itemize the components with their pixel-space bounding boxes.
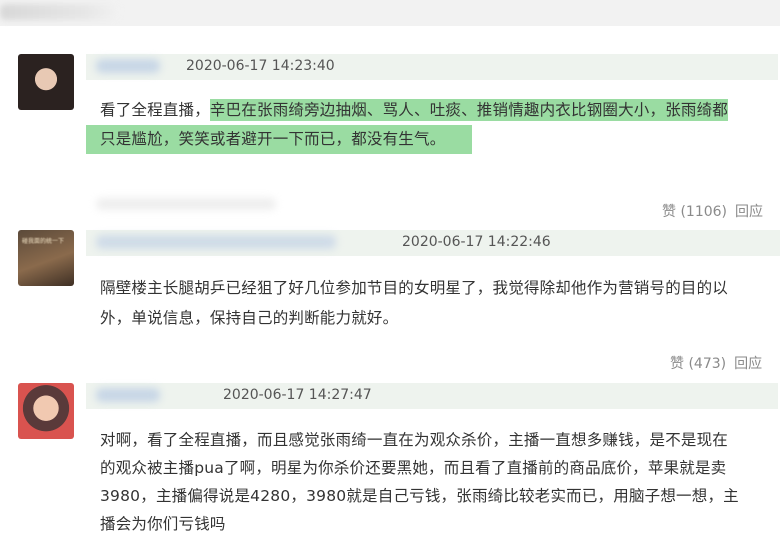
avatar-caption: 碰我面的统一下: [22, 238, 65, 245]
comment-actions: 赞 (473) 回应: [670, 353, 762, 373]
comment-text-line2: 的观众被主播pua了啊，明星为你杀价还要黑她，而且看了直播前的商品底价，苹果就是…: [100, 459, 727, 477]
comment-text-line1: 对啊，看了全程直播，而且感觉张雨绮一直在为观众杀价，主播一直想多赚钱，是不是现在: [100, 431, 729, 449]
comment-header: 2020-06-17 14:27:47: [86, 383, 778, 409]
comment-text: 看了全程直播，辛巴在张雨绮旁边抽烟、骂人、吐痰、推销情趣内衣比钢圈大小，张雨绮都: [100, 96, 770, 125]
comment-text-line4: 播会为你们亏钱吗: [100, 515, 226, 533]
comment-date: 2020-06-17 14:22:46: [402, 234, 551, 250]
comment-date: 2020-06-17 14:27:47: [223, 387, 372, 403]
blurred-username[interactable]: [96, 59, 160, 73]
comment-text-line1: 隔壁楼主长腿胡乒已经狙了好几位参加节目的女明星了，我觉得除却他作为营销号的目的以: [100, 279, 729, 297]
comment-header: 2020-06-17 14:22:46: [86, 230, 780, 256]
reply-button[interactable]: 回应: [734, 356, 762, 372]
comment-date: 2020-06-17 14:23:40: [186, 58, 335, 74]
comment-highlight-line2: 只是尴尬，笑笑或者避开一下而已，都没有生气。: [100, 130, 446, 148]
top-strip: [0, 0, 780, 26]
user-avatar[interactable]: [18, 54, 74, 110]
comment-highlight: 辛巴在张雨绮旁边抽烟、骂人、吐痰、推销情趣内衣比钢圈大小，张雨绮都: [209, 99, 729, 121]
user-avatar[interactable]: [18, 383, 74, 439]
reply-button[interactable]: 回应: [735, 204, 763, 220]
comment-header: 2020-06-17 14:23:40: [86, 54, 778, 80]
comment-actions: 赞 (1106) 回应: [662, 201, 763, 221]
comment-text-line2: 只是尴尬，笑笑或者避开一下而已，都没有生气。: [86, 125, 472, 154]
blurred-header-text: [0, 4, 120, 20]
user-avatar[interactable]: 碰我面的统一下: [18, 230, 74, 286]
blurred-username[interactable]: [96, 388, 160, 402]
comment-text-line3: 3980，主播偏得说是4280，3980就是自己亏钱，张雨绮比较老实而已，用脑子…: [100, 487, 739, 505]
like-button[interactable]: 赞 (473): [670, 356, 726, 372]
comment-text-line2: 外，单说信息，保持自己的判断能力就好。: [100, 309, 399, 327]
like-button[interactable]: 赞 (1106): [662, 204, 727, 220]
blurred-username[interactable]: [96, 235, 336, 249]
blurred-text: [96, 198, 276, 210]
comment-text-lead: 看了全程直播，: [100, 101, 210, 119]
